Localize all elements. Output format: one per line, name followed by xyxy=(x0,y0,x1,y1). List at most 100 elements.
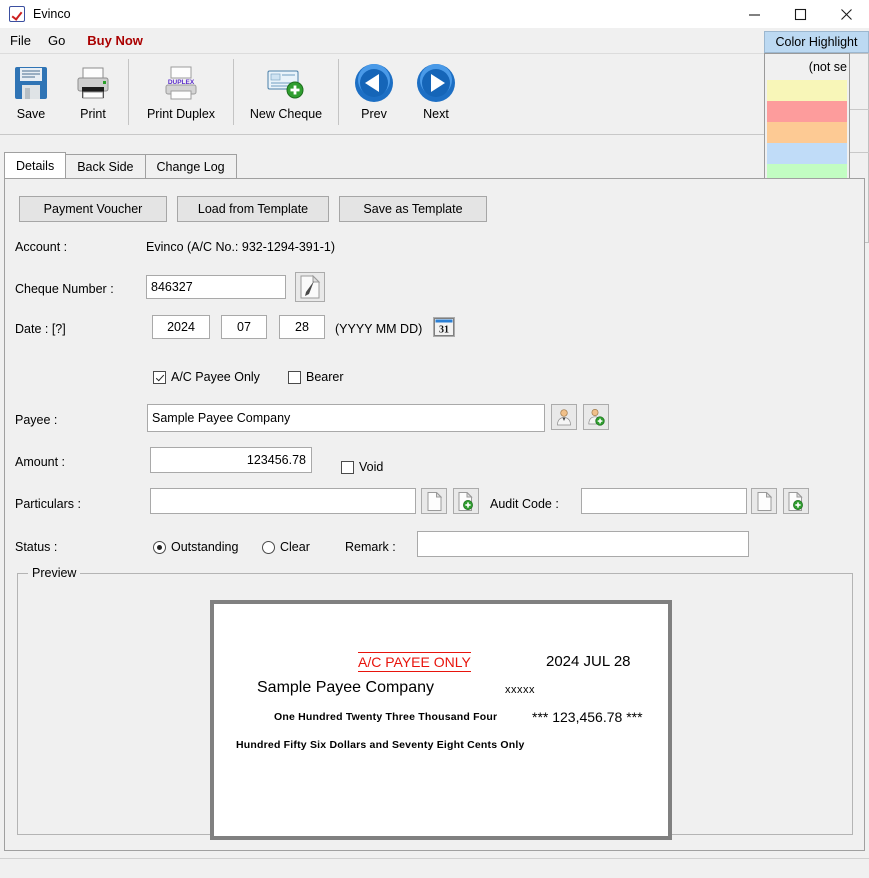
status-clear-radio-box xyxy=(262,540,275,554)
title-bar: Evinco xyxy=(0,0,869,28)
toolbar-print-duplex-button[interactable]: DUPLEX Print Duplex xyxy=(133,55,229,131)
bearer-checkbox-box xyxy=(288,370,301,384)
toolbar-separator xyxy=(128,59,129,125)
maximize-button[interactable] xyxy=(777,0,823,28)
preview-group-title: Preview xyxy=(28,566,81,580)
ac-payee-only-checkbox-box xyxy=(153,370,166,384)
cheque-ac-payee-only: A/C PAYEE ONLY xyxy=(358,652,471,672)
toolbar-print-button[interactable]: Print xyxy=(62,55,124,131)
close-button[interactable] xyxy=(823,0,869,28)
cheque-xxxxx: xxxxx xyxy=(505,684,535,696)
menu-buy-now[interactable]: Buy Now xyxy=(80,30,150,51)
cheque-number-input[interactable]: 846327 xyxy=(146,275,286,299)
printer-icon xyxy=(73,61,113,105)
cheque-preview: A/C PAYEE ONLY 2024 JUL 28 Sample Payee … xyxy=(210,600,672,840)
audit-code-label: Audit Code : xyxy=(490,497,559,511)
toolbar-save-button[interactable]: Save xyxy=(0,55,62,131)
date-month-input[interactable]: 07 xyxy=(221,315,267,339)
cheque-payee: Sample Payee Company xyxy=(257,679,434,696)
particulars-input[interactable] xyxy=(150,488,416,514)
void-label: Void xyxy=(359,460,384,474)
menu-go[interactable]: Go xyxy=(41,30,72,51)
document-add-icon xyxy=(788,491,803,511)
bearer-checkbox[interactable]: Bearer xyxy=(288,370,344,384)
toolbar-new-cheque-label: New Cheque xyxy=(249,107,323,121)
menu-file[interactable]: File xyxy=(3,30,38,51)
ac-payee-only-checkbox[interactable]: A/C Payee Only xyxy=(153,370,260,384)
cheque-number-edit-button[interactable] xyxy=(295,272,325,302)
status-radio-clear[interactable]: Clear xyxy=(262,540,310,554)
tab-strip: Details Back Side Change Log xyxy=(4,152,865,178)
status-outstanding-radio-box xyxy=(153,540,166,554)
toolbar-separator xyxy=(338,59,339,125)
color-highlight-not-selected[interactable]: (not se xyxy=(765,54,849,80)
cheque-amount-figures: *** 123,456.78 *** xyxy=(532,709,643,725)
account-label: Account : xyxy=(15,240,68,254)
status-label: Status : xyxy=(15,540,58,554)
payee-label: Payee : xyxy=(15,413,58,427)
color-swatch-pink[interactable] xyxy=(767,101,847,122)
date-format-hint: (YYYY MM DD) xyxy=(335,322,423,336)
toolbar-print-duplex-label: Print Duplex xyxy=(146,107,216,121)
cheque-amount-words-line2: Hundred Fifty Six Dollars and Seventy Ei… xyxy=(236,739,525,751)
date-day-input[interactable]: 28 xyxy=(279,315,325,339)
particulars-add-button[interactable] xyxy=(453,488,479,514)
floppy-disk-icon xyxy=(11,61,51,105)
person-add-icon xyxy=(588,409,605,426)
cheque-number-label: Cheque Number : xyxy=(15,282,114,296)
payee-select-button[interactable] xyxy=(551,404,577,430)
remark-label: Remark : xyxy=(345,540,396,554)
remark-input[interactable] xyxy=(417,531,749,557)
color-highlight-header[interactable]: Color Highlight xyxy=(764,31,869,53)
save-as-template-button[interactable]: Save as Template xyxy=(339,196,487,222)
page-pen-icon xyxy=(300,275,321,299)
cheque-amount-words-line1: One Hundred Twenty Three Thousand Four xyxy=(274,711,498,723)
ac-payee-only-label: A/C Payee Only xyxy=(171,370,260,384)
audit-code-input[interactable] xyxy=(581,488,747,514)
tab-back-side[interactable]: Back Side xyxy=(65,154,146,178)
audit-code-add-button[interactable] xyxy=(783,488,809,514)
toolbar-prev-button[interactable]: Prev xyxy=(343,55,405,131)
void-checkbox-box xyxy=(341,460,354,474)
tab-change-log[interactable]: Change Log xyxy=(144,154,237,178)
date-year-input[interactable]: 2024 xyxy=(152,315,210,339)
toolbar-print-label: Print xyxy=(80,107,106,121)
color-swatch-orange[interactable] xyxy=(767,122,847,143)
toolbar-separator xyxy=(233,59,234,125)
document-icon xyxy=(427,491,442,511)
load-from-template-button[interactable]: Load from Template xyxy=(177,196,329,222)
amount-label: Amount : xyxy=(15,455,66,469)
status-clear-label: Clear xyxy=(280,540,310,554)
amount-input[interactable]: 123456.78 xyxy=(150,447,312,473)
date-label: Date : [?] xyxy=(15,322,66,336)
new-cheque-icon xyxy=(264,61,308,105)
audit-code-document-button[interactable] xyxy=(751,488,777,514)
minimize-button[interactable] xyxy=(731,0,777,28)
cheque-date: 2024 JUL 28 xyxy=(546,653,631,670)
status-radio-outstanding[interactable]: Outstanding xyxy=(153,540,238,554)
toolbar: Save Print DUPLEX Print Duplex New Chequ… xyxy=(0,55,869,135)
particulars-document-button[interactable] xyxy=(421,488,447,514)
preview-group: Preview A/C PAYEE ONLY 2024 JUL 28 Sampl… xyxy=(17,566,853,840)
menu-bar: File Go Buy Now xyxy=(0,28,869,54)
void-checkbox[interactable]: Void xyxy=(341,460,383,474)
status-outstanding-label: Outstanding xyxy=(171,540,239,554)
tab-details[interactable]: Details xyxy=(4,152,67,178)
toolbar-next-button[interactable]: Next xyxy=(405,55,467,131)
toolbar-save-label: Save xyxy=(16,107,46,121)
date-picker-button[interactable]: 31 xyxy=(433,317,455,337)
printer-duplex-icon: DUPLEX xyxy=(161,61,201,105)
svg-text:31: 31 xyxy=(439,325,449,336)
payment-voucher-button[interactable]: Payment Voucher xyxy=(19,196,167,222)
document-add-icon xyxy=(458,491,473,511)
payee-add-button[interactable] xyxy=(583,404,609,430)
window-controls xyxy=(731,0,869,28)
footer-divider xyxy=(0,858,869,859)
application-window: Evinco File Go Buy Now Save Print DUPLEX… xyxy=(0,0,869,878)
details-panel: Payment Voucher Load from Template Save … xyxy=(4,178,865,851)
color-swatch-yellow[interactable] xyxy=(767,80,847,101)
toolbar-new-cheque-button[interactable]: New Cheque xyxy=(238,55,334,131)
person-icon xyxy=(557,409,571,426)
window-title: Evinco xyxy=(33,7,71,21)
payee-input[interactable]: Sample Payee Company xyxy=(147,404,545,432)
